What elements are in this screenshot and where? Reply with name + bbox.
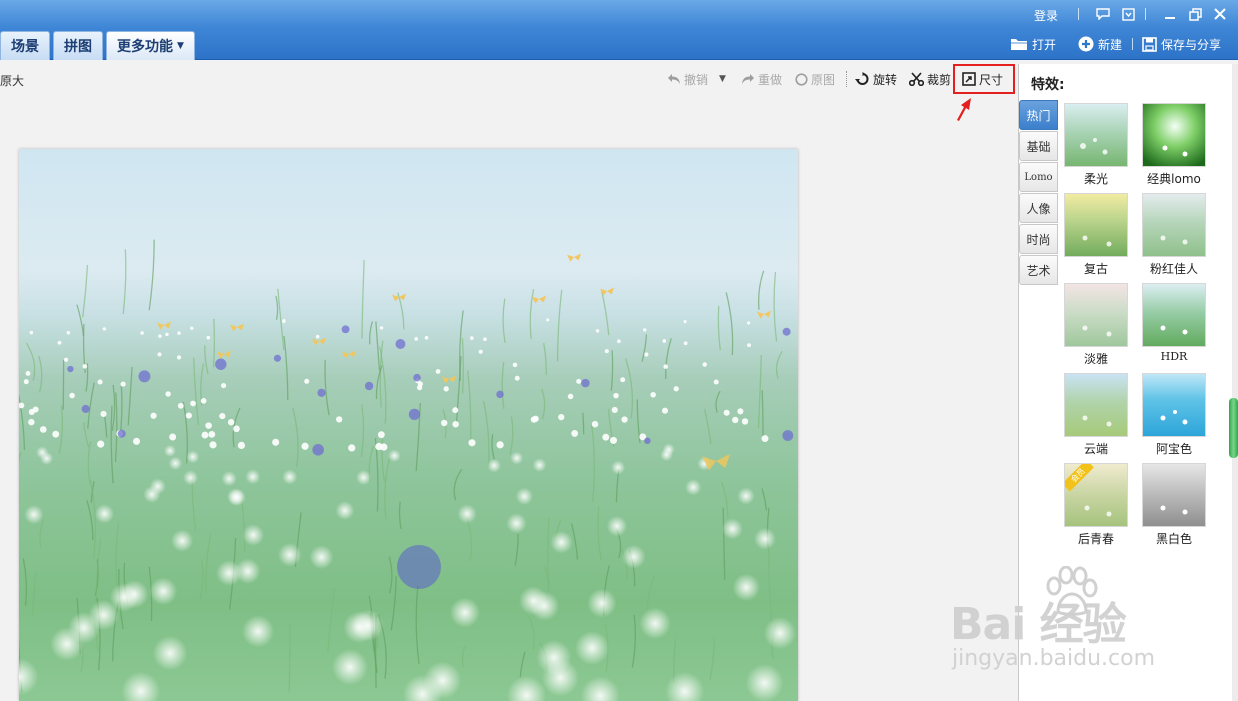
- effect-preview: [1142, 373, 1206, 437]
- scissors-icon: [909, 72, 924, 86]
- redo-label: 重做: [758, 72, 783, 87]
- category-tab-fashion[interactable]: 时尚: [1019, 224, 1058, 254]
- effect-preview: 会员: [1064, 463, 1128, 527]
- rotate-icon: [855, 72, 869, 85]
- undo-icon: [668, 74, 680, 84]
- effect-black-white[interactable]: 黑白色: [1142, 463, 1206, 553]
- effect-label: 阿宝色: [1155, 442, 1192, 456]
- effect-hdr[interactable]: HDR: [1142, 283, 1206, 373]
- caret-down-icon: ▼: [719, 74, 726, 84]
- effect-category-list: 热门 基础 Lomo 人像 时尚 艺术: [1019, 100, 1059, 286]
- category-tab-basic[interactable]: 基础: [1019, 131, 1058, 161]
- redo-icon: [742, 74, 754, 84]
- tab-scene[interactable]: 场景: [0, 31, 50, 60]
- divider: [1078, 8, 1079, 20]
- category-tab-portrait[interactable]: 人像: [1019, 193, 1058, 223]
- save-share-button[interactable]: 保存与分享: [1142, 33, 1221, 55]
- divider: [1132, 38, 1133, 50]
- caret-down-icon: ▼: [177, 41, 184, 51]
- size-highlight-box: [953, 64, 1015, 94]
- effect-classic-lomo[interactable]: 经典lomo: [1142, 103, 1206, 193]
- effect-abao[interactable]: 阿宝色: [1142, 373, 1206, 463]
- folder-icon: [1011, 39, 1027, 50]
- save-icon: [1142, 36, 1157, 52]
- tab-label: 场景: [11, 39, 39, 55]
- watermark-brand: Bai 经验: [950, 599, 1127, 650]
- effect-preview: [1142, 103, 1206, 167]
- new-label: 新建: [1098, 37, 1123, 52]
- crop-label: 裁剪: [927, 72, 952, 87]
- category-tab-art[interactable]: 艺术: [1019, 255, 1058, 285]
- undo-button[interactable]: 撤销: [667, 70, 708, 88]
- effects-title: 特效:: [1031, 77, 1065, 93]
- effect-elegant[interactable]: 淡雅: [1064, 283, 1128, 373]
- effect-soft-light[interactable]: 柔光: [1064, 103, 1128, 193]
- watermark-url: jingyan.baidu.com: [952, 646, 1156, 671]
- effect-retro[interactable]: 复古: [1064, 193, 1128, 283]
- undo-dropdown[interactable]: ▼: [719, 70, 726, 88]
- divider: [1145, 8, 1146, 20]
- effect-label: 经典lomo: [1147, 172, 1201, 186]
- effect-preview: [1064, 283, 1128, 347]
- effect-preview: [1064, 103, 1128, 167]
- tab-label: 拼图: [64, 39, 92, 55]
- tab-label: 更多功能: [117, 39, 173, 55]
- effect-label: 黑白色: [1155, 532, 1192, 546]
- original-size-button[interactable]: 原大: [0, 72, 24, 89]
- effect-preview: [1064, 373, 1128, 437]
- effect-cloud[interactable]: 云端: [1064, 373, 1128, 463]
- effect-label: 粉红佳人: [1149, 262, 1198, 276]
- rotate-label: 旋转: [873, 72, 898, 87]
- category-tab-lomo[interactable]: Lomo: [1019, 162, 1058, 192]
- effect-preview: [1064, 193, 1128, 257]
- effect-label: HDR: [1160, 350, 1188, 363]
- effect-label: 后青春: [1077, 532, 1114, 546]
- undo-label: 撤销: [684, 72, 709, 87]
- effect-label: 柔光: [1083, 172, 1108, 186]
- plus-circle-icon: [1078, 36, 1094, 52]
- save-share-label: 保存与分享: [1161, 37, 1222, 52]
- feedback-icon[interactable]: [1093, 5, 1113, 23]
- open-label: 打开: [1032, 37, 1057, 52]
- close-icon[interactable]: [1210, 5, 1230, 23]
- meadow-photo: [19, 149, 798, 701]
- annotation-arrow-icon: [957, 98, 971, 121]
- tab-collage[interactable]: 拼图: [53, 31, 103, 60]
- tab-more-features[interactable]: 更多功能 ▼: [106, 31, 195, 60]
- open-button[interactable]: 打开: [1010, 33, 1056, 55]
- title-bar: 登录 场景 拼图 更多功能 ▼ 打开 新建 保存与分享: [0, 0, 1238, 60]
- effects-scrollbar[interactable]: [1232, 64, 1238, 701]
- effect-label: 云端: [1083, 442, 1108, 456]
- restore-icon[interactable]: [1185, 5, 1205, 23]
- effect-preview: [1142, 463, 1206, 527]
- new-button[interactable]: 新建: [1078, 33, 1122, 55]
- category-tab-popular[interactable]: 热门: [1019, 100, 1058, 130]
- photo-canvas[interactable]: [19, 149, 798, 701]
- effect-preview: [1142, 193, 1206, 257]
- effect-label: 淡雅: [1083, 352, 1108, 366]
- login-link[interactable]: 登录: [1034, 5, 1058, 25]
- main-tabs: 场景 拼图 更多功能 ▼: [0, 31, 198, 60]
- minimize-icon[interactable]: [1160, 5, 1180, 23]
- redo-button[interactable]: 重做: [741, 70, 782, 88]
- effect-preview: [1142, 283, 1206, 347]
- effect-pink-beauty[interactable]: 粉红佳人: [1142, 193, 1206, 283]
- crop-button[interactable]: 裁剪: [909, 70, 951, 88]
- effects-scrollbar-thumb[interactable]: [1229, 398, 1238, 458]
- circle-icon: [795, 72, 808, 86]
- divider: [846, 71, 847, 87]
- effect-after-youth[interactable]: 会员 后青春: [1064, 463, 1128, 553]
- original-image-button[interactable]: 原图: [795, 70, 835, 88]
- skin-icon[interactable]: [1118, 5, 1138, 23]
- effect-label: 复古: [1083, 262, 1108, 276]
- original-label: 原图: [811, 72, 836, 87]
- rotate-button[interactable]: 旋转: [855, 70, 897, 88]
- baidu-watermark: Bai 经验 jingyan.baidu.com: [950, 566, 1180, 676]
